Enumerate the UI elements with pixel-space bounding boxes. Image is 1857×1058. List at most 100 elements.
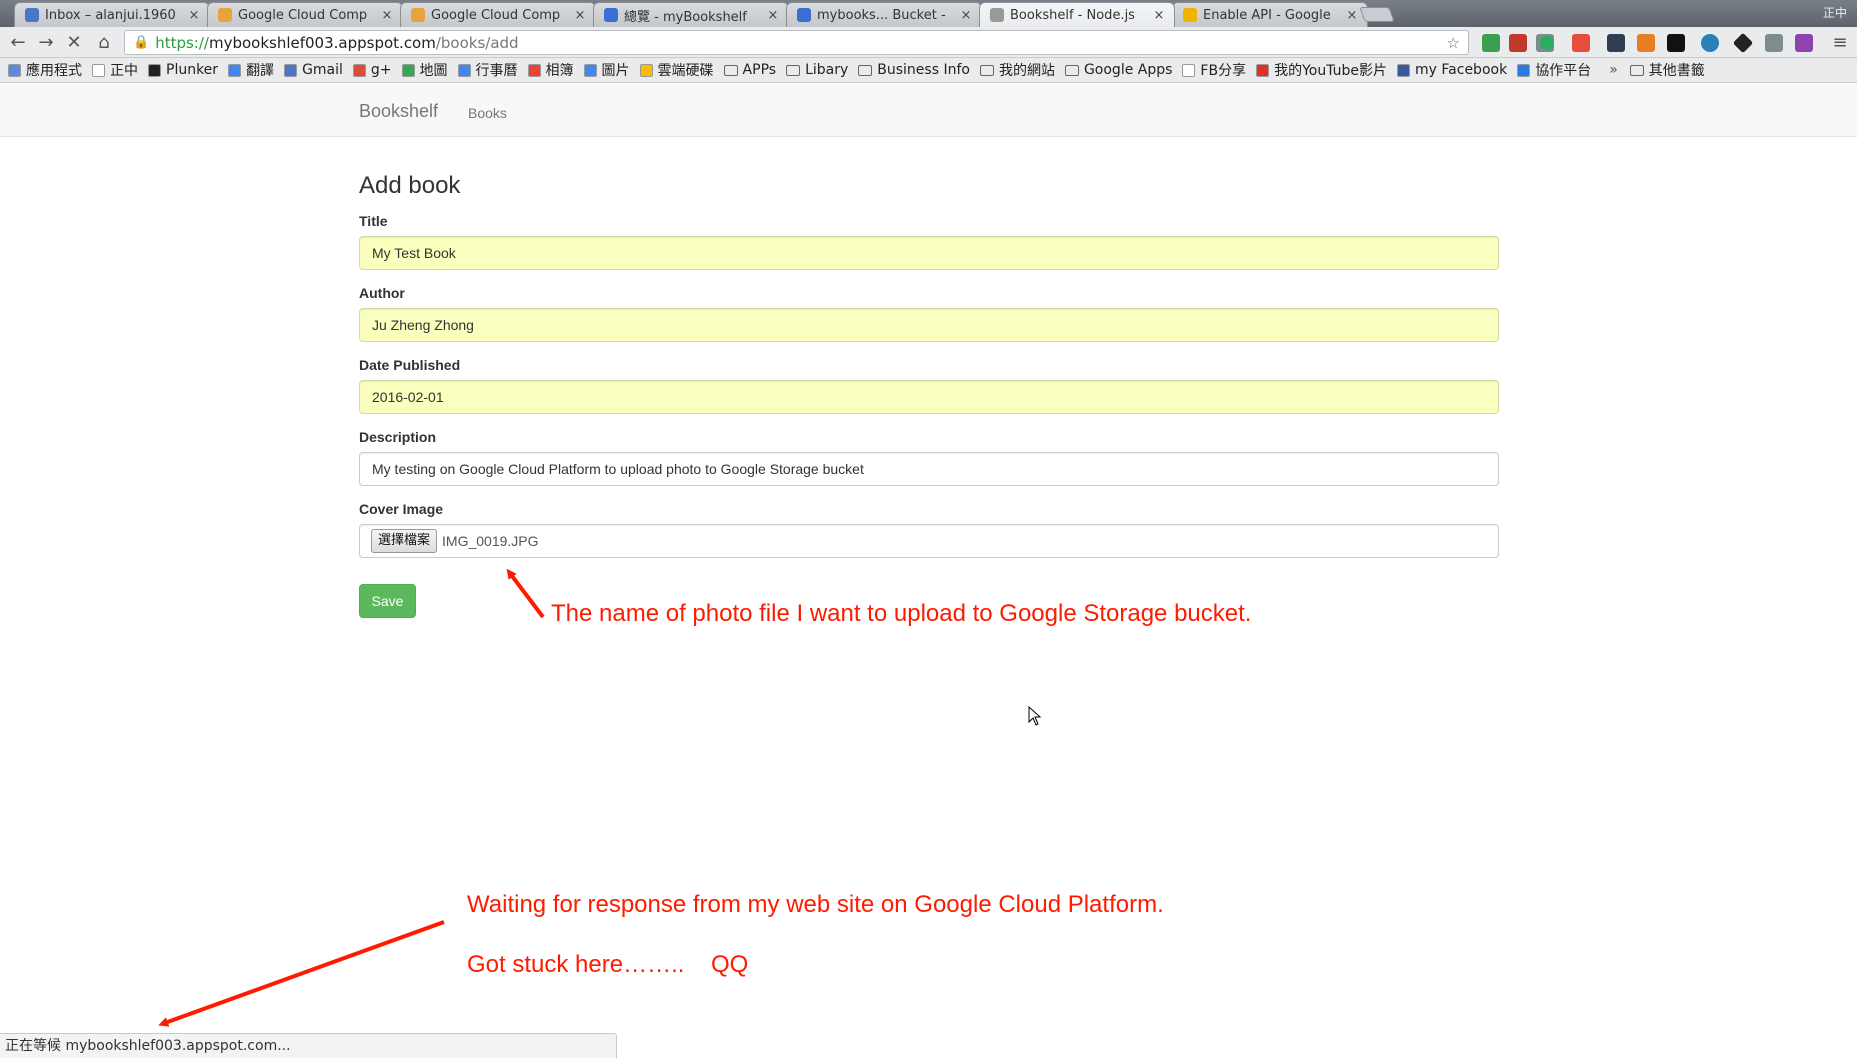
choose-file-button[interactable]: 選擇檔案 xyxy=(371,529,438,553)
more-bookmarks-chevron-icon[interactable]: » xyxy=(1609,62,1618,78)
bookmark-favicon-icon xyxy=(401,63,415,77)
bookmark-item[interactable]: 地圖 xyxy=(401,60,448,80)
qq-annotation: QQ xyxy=(711,951,749,978)
bookmark-item[interactable]: 應用程式 xyxy=(8,60,82,80)
address-bar[interactable]: 🔒 https://mybookshlef003.appspot.com/boo… xyxy=(124,30,1469,55)
extension-icon[interactable] xyxy=(1732,32,1754,54)
title-input[interactable]: My Test Book xyxy=(359,236,1499,270)
nav-books-link[interactable]: Books xyxy=(468,105,507,121)
bookmark-item[interactable]: Libary xyxy=(786,62,848,78)
bookmark-favicon-icon xyxy=(352,63,366,77)
bookmark-item[interactable]: 我的網站 xyxy=(979,60,1055,80)
bookmark-favicon-icon xyxy=(1517,63,1531,77)
browser-tab[interactable]: Inbox – alanjui.1960 × xyxy=(14,2,210,27)
google-plus-extension-icon[interactable] xyxy=(1572,34,1590,52)
arrow-to-status-bar xyxy=(158,920,445,1027)
bookmark-item[interactable]: Gmail xyxy=(284,62,343,78)
date-published-input[interactable]: 2016-02-01 xyxy=(359,380,1499,414)
tab-close-icon[interactable]: × xyxy=(959,8,973,23)
tab-close-icon[interactable]: × xyxy=(380,8,394,23)
author-input[interactable]: Ju Zheng Zhong xyxy=(359,308,1499,342)
tab-title: Enable API - Google xyxy=(1203,7,1331,23)
browser-tab[interactable]: Enable API - Google × xyxy=(1172,2,1368,27)
home-icon[interactable]: ⌂ xyxy=(94,33,114,53)
bookmark-item[interactable]: 協作平台 xyxy=(1517,60,1591,80)
bookmark-item[interactable]: my Facebook xyxy=(1397,62,1507,78)
extension-icon[interactable] xyxy=(1509,34,1527,52)
folder-icon xyxy=(1629,64,1644,76)
browser-tab[interactable]: mybooks... Bucket - × xyxy=(786,2,982,27)
stop-loading-icon[interactable]: ✕ xyxy=(64,33,84,53)
settings-extension-icon[interactable] xyxy=(1765,34,1783,52)
bookmark-item[interactable]: 我的YouTube影片 xyxy=(1256,60,1387,80)
browser-tab[interactable]: Bookshelf - Node.js × xyxy=(979,2,1175,27)
other-bookmarks[interactable]: 其他書籤 xyxy=(1629,60,1705,80)
tab-close-icon[interactable]: × xyxy=(1345,8,1359,23)
lock-icon: 🔒 xyxy=(133,35,150,50)
bookmark-favicon-icon xyxy=(639,63,653,77)
page-title: Add book xyxy=(359,172,461,199)
cover-image-file-input[interactable]: 選擇檔案 IMG_0019.JPG xyxy=(359,524,1499,558)
eyedropper-extension-icon[interactable] xyxy=(1607,34,1625,52)
site-navbar: Bookshelf Books xyxy=(0,84,1857,137)
forward-arrow-icon[interactable]: → xyxy=(36,33,56,53)
extension-icon[interactable] xyxy=(1701,34,1719,52)
bookmark-item[interactable]: Google Apps xyxy=(1064,62,1172,78)
author-group: Author Ju Zheng Zhong xyxy=(359,285,1499,342)
tab-close-icon[interactable]: × xyxy=(573,8,587,23)
bookmark-label: 我的網站 xyxy=(998,63,1055,79)
analytics-extension-icon[interactable] xyxy=(1637,34,1655,52)
add-book-form: Add book Title My Test Book Author Ju Zh… xyxy=(359,172,1499,573)
tab-close-icon[interactable]: × xyxy=(187,8,201,23)
tab-title: Google Cloud Comp xyxy=(238,7,368,23)
brand-link[interactable]: Bookshelf xyxy=(359,101,438,122)
bookmark-item[interactable]: FB分享 xyxy=(1182,60,1246,80)
description-group: Description My testing on Google Cloud P… xyxy=(359,429,1499,486)
bookmark-item[interactable]: 相簿 xyxy=(527,60,574,80)
folder-icon xyxy=(858,64,873,76)
bookmark-item[interactable]: g+ xyxy=(352,62,392,78)
bookmark-item[interactable]: Business Info xyxy=(858,62,970,78)
bookmarks-bar: 應用程式 正中 Plunker 翻譯 Gmail g+ 地圖 行事曆 相簿 圖片 雲端硬碟 APPs L… xyxy=(0,58,1857,83)
bookmark-label: my Facebook xyxy=(1415,62,1508,78)
title-group: Title My Test Book xyxy=(359,213,1499,270)
file-name-annotation: The name of photo file I want to upload … xyxy=(551,600,1252,627)
new-tab-button[interactable] xyxy=(1359,7,1395,22)
bookmark-favicon-icon xyxy=(527,63,541,77)
extension-icon[interactable] xyxy=(1667,34,1685,52)
bookmark-label: 正中 xyxy=(110,63,138,79)
menu-icon[interactable]: ≡ xyxy=(1830,33,1850,53)
bookmark-label: 圖片 xyxy=(601,63,630,79)
date-group: Date Published 2016-02-01 xyxy=(359,357,1499,414)
waiting-annotation: Waiting for response from my web site on… xyxy=(467,891,1164,918)
tab-title: Inbox – alanjui.1960 xyxy=(45,7,176,23)
mouse-pointer-icon xyxy=(1028,706,1042,726)
bookmark-item[interactable]: 行事曆 xyxy=(457,60,518,80)
tab-close-icon[interactable]: × xyxy=(766,8,780,23)
extension-icon[interactable] xyxy=(1795,34,1813,52)
bookmark-label: Libary xyxy=(805,62,849,78)
author-label: Author xyxy=(359,285,405,301)
bookmark-item[interactable]: 雲端硬碟 xyxy=(639,60,714,80)
save-button[interactable]: Save xyxy=(359,584,416,618)
bookmark-label: 行事曆 xyxy=(475,63,518,79)
bookmark-item[interactable]: 正中 xyxy=(92,60,138,80)
bookmark-label: Business Info xyxy=(877,62,970,78)
tab-favicon-icon xyxy=(990,8,1004,22)
back-arrow-icon[interactable]: ← xyxy=(8,33,28,53)
bookmark-item[interactable]: APPs xyxy=(723,62,776,78)
chosen-file-name: IMG_0019.JPG xyxy=(442,533,539,549)
bookmark-star-icon[interactable]: ☆ xyxy=(1447,34,1460,52)
url-scheme: https:// xyxy=(155,33,209,52)
extension-icon[interactable] xyxy=(1540,36,1554,50)
tab-close-icon[interactable]: × xyxy=(1152,8,1166,23)
browser-tab[interactable]: 總覽 - myBookshelf × xyxy=(593,2,789,27)
bookmark-item[interactable]: Plunker xyxy=(148,62,218,78)
bookmark-item[interactable]: 圖片 xyxy=(583,60,630,80)
browser-tab[interactable]: Google Cloud Comp × xyxy=(207,2,403,27)
description-input[interactable]: My testing on Google Cloud Platform to u… xyxy=(359,452,1499,486)
tab-favicon-icon xyxy=(1183,8,1197,22)
bookmark-item[interactable]: 翻譯 xyxy=(228,60,274,80)
extension-icon[interactable] xyxy=(1482,34,1500,52)
browser-tab[interactable]: Google Cloud Comp × xyxy=(400,2,596,27)
